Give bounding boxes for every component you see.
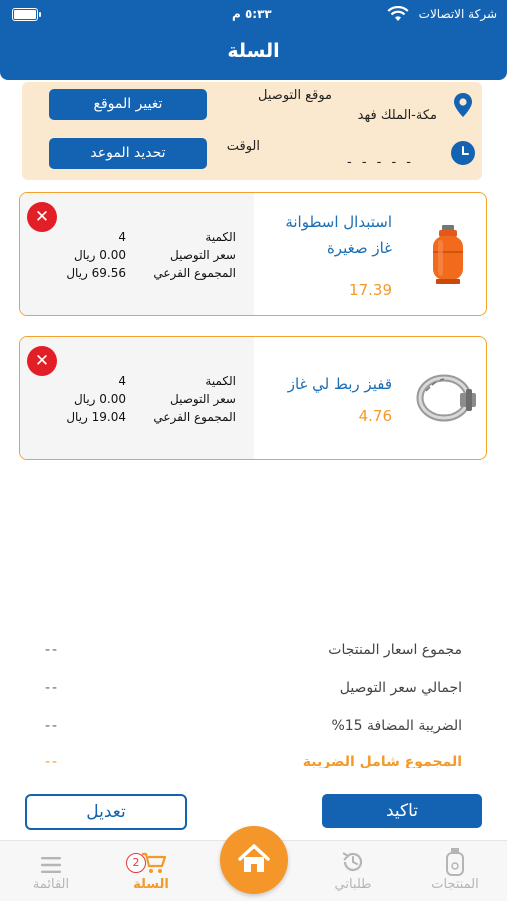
tab-menu-label: القائمة	[32, 877, 70, 892]
grand-total-row: المجموع شامل الضريبة --	[0, 754, 507, 768]
wifi-icon	[387, 6, 409, 21]
quantity-value: 4	[118, 230, 126, 244]
product-name-line2: غاز صغيرة	[326, 239, 392, 257]
hose-clamp-image	[416, 374, 476, 422]
change-location-button[interactable]: تغيير الموقع	[49, 89, 207, 120]
product-name: قفيز ربط لي غاز	[288, 371, 392, 397]
product-price: 17.39	[349, 281, 392, 299]
product-name: استبدال اسطوانة غاز صغيرة	[285, 209, 392, 261]
quantity-value: 4	[118, 374, 126, 388]
delivery-total-value: --	[45, 680, 60, 696]
menu-icon	[41, 857, 61, 873]
tab-menu[interactable]: القائمة	[6, 841, 96, 901]
delivery-info-card: موقع التوصيل مكة-الملك فهد تغيير الموقع …	[22, 82, 482, 180]
grand-total-value: --	[45, 754, 60, 768]
delivery-total-row: اجمالي سعر التوصيل --	[0, 680, 507, 704]
cart-item: ✕ الكمية 4 سعر التوصيل 0.00 ريال المجموع…	[19, 336, 487, 460]
subtotal-label: المجموع الفرعي	[153, 410, 236, 424]
cart-count-badge: 2	[126, 853, 146, 873]
tab-orders[interactable]: طلباتي	[308, 841, 398, 901]
products-total-label: مجموع اسعار المنتجات	[328, 642, 462, 658]
battery-icon	[12, 8, 41, 21]
tab-products[interactable]: المنتجات	[410, 841, 500, 901]
subtotal-value: 69.56 ريال	[66, 266, 126, 280]
remove-item-icon[interactable]: ✕	[27, 346, 57, 376]
subtotal-label: المجموع الفرعي	[153, 266, 236, 280]
quantity-label: الكمية	[205, 374, 236, 388]
clock-icon	[451, 141, 475, 165]
location-pin-icon	[454, 93, 472, 117]
products-total-row: مجموع اسعار المنتجات --	[0, 642, 507, 666]
product-price: 4.76	[358, 407, 392, 425]
product-name-line1: قفيز ربط لي غاز	[287, 375, 392, 393]
quantity-label: الكمية	[205, 230, 236, 244]
product-name-line1: استبدال اسطوانة	[285, 213, 392, 231]
status-bar: شركة الاتصالات ٥:٣٣ م	[0, 4, 507, 26]
tab-cart-label: السلة	[133, 877, 169, 892]
home-button[interactable]	[220, 826, 288, 894]
grand-total-label: المجموع شامل الضريبة	[302, 754, 462, 768]
products-total-value: --	[45, 642, 60, 658]
tab-products-label: المنتجات	[431, 877, 479, 892]
carrier-name: شركة الاتصالات	[418, 7, 497, 21]
delivery-location-label: موقع التوصيل	[258, 88, 332, 103]
subtotal-value: 19.04 ريال	[66, 410, 126, 424]
remove-item-icon[interactable]: ✕	[27, 202, 57, 232]
delivery-price-label: سعر التوصيل	[170, 392, 236, 406]
home-icon	[238, 844, 270, 872]
confirm-button[interactable]: تاكيد	[322, 794, 482, 828]
delivery-price-label: سعر التوصيل	[170, 248, 236, 262]
top-bar: شركة الاتصالات ٥:٣٣ م السلة	[0, 0, 507, 80]
delivery-price-value: 0.00 ريال	[73, 248, 126, 262]
cart-item: ✕ الكمية 4 سعر التوصيل 0.00 ريال المجموع…	[19, 192, 487, 316]
delivery-total-label: اجمالي سعر التوصيل	[339, 680, 462, 696]
gas-cylinder-icon	[446, 848, 464, 876]
page-title: السلة	[227, 40, 280, 62]
status-time: ٥:٣٣ م	[232, 7, 272, 21]
edit-button[interactable]: تعديل	[25, 794, 187, 830]
history-icon	[342, 852, 363, 871]
vat-label: الضريبة المضافة 15%	[331, 718, 462, 734]
vat-row: الضريبة المضافة 15% --	[0, 718, 507, 742]
set-time-button[interactable]: تحديد الموعد	[49, 138, 207, 169]
vat-value: --	[45, 718, 60, 734]
delivery-price-value: 0.00 ريال	[73, 392, 126, 406]
delivery-location-value: مكة-الملك فهد	[357, 108, 437, 123]
gas-cylinder-image	[433, 225, 463, 284]
delivery-time-value: - - - - -	[347, 155, 414, 170]
delivery-time-label: الوقت	[226, 139, 260, 154]
tab-cart[interactable]: السلة	[106, 841, 196, 901]
tab-orders-label: طلباتي	[334, 877, 372, 892]
